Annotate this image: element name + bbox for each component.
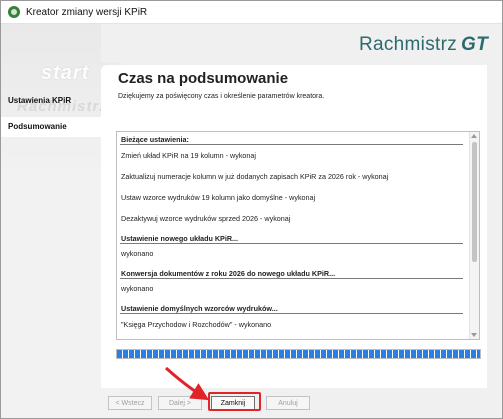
red-arrow-icon — [164, 366, 210, 401]
wizard-window: Kreator zmiany wersji KPiR start Rachmis… — [0, 0, 503, 419]
